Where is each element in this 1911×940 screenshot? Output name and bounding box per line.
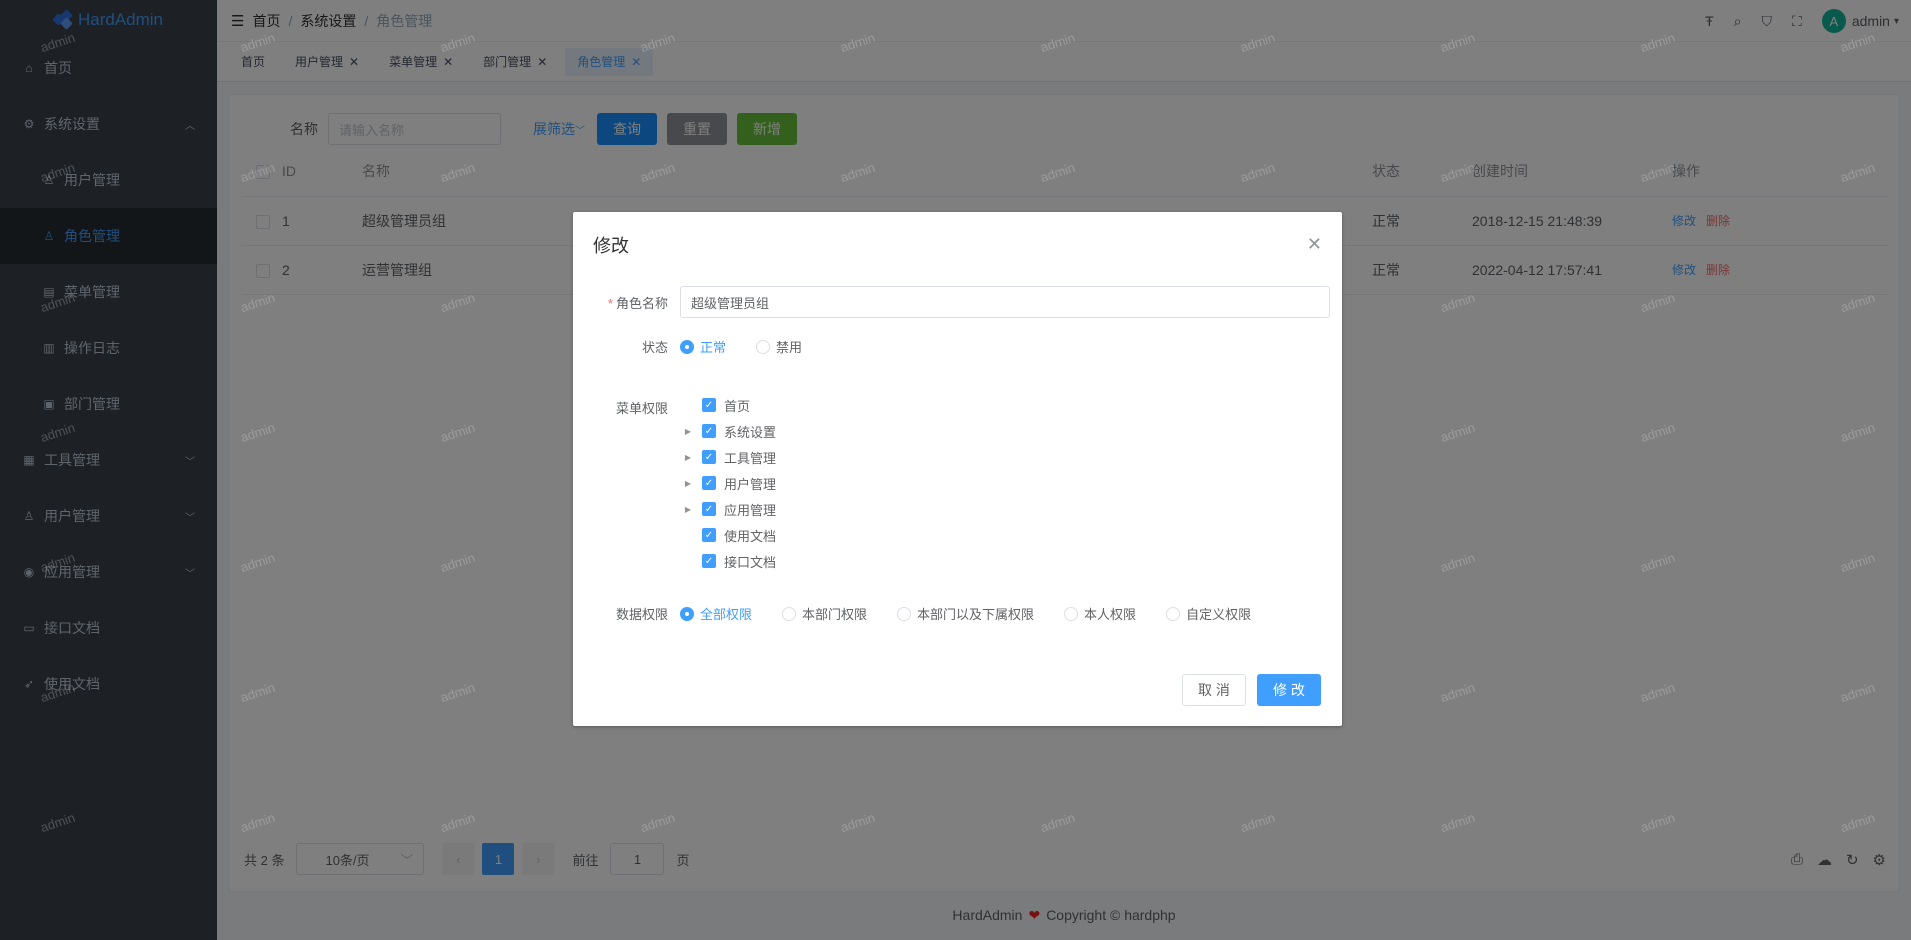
tree-checkbox[interactable]: ✓ — [702, 398, 716, 412]
tree-node[interactable]: ✓ 接口文档 — [680, 548, 776, 574]
cancel-button[interactable]: 取 消 — [1182, 674, 1246, 706]
menu-perm-row: 菜单权限 — [593, 392, 680, 417]
tree-node[interactable]: ▶ ✓ 系统设置 — [680, 418, 776, 444]
data-perm-label: 数据权限 — [615, 607, 668, 622]
data-perm-radio-2[interactable]: 本部门以及下属权限 — [897, 604, 1034, 623]
tree-checkbox[interactable]: ✓ — [702, 502, 716, 516]
tree-node-label: 工具管理 — [724, 450, 777, 466]
tree-node[interactable]: ▶ ✓ 用户管理 — [680, 470, 776, 496]
caret-right-icon[interactable]: ▶ — [680, 427, 696, 436]
caret-right-icon[interactable]: ▶ — [680, 479, 696, 488]
tree-checkbox[interactable]: ✓ — [702, 476, 716, 490]
tree-node[interactable]: ✓ 首页 — [680, 392, 776, 418]
data-perm-row: 数据权限 全部权限 本部门权限 本部门以及下属权限 本人权限 自定义权限 — [593, 604, 1281, 623]
tree-checkbox[interactable]: ✓ — [702, 554, 716, 568]
data-perm-radio-0[interactable]: 全部权限 — [680, 604, 752, 623]
role-name-input[interactable]: 超级管理员组 — [680, 286, 1330, 318]
close-icon[interactable]: ✕ — [1307, 234, 1322, 255]
tree-node-label: 应用管理 — [724, 502, 777, 518]
data-perm-radio-3[interactable]: 本人权限 — [1064, 604, 1136, 623]
role-name-row: * 角色名称 超级管理员组 — [593, 286, 1330, 318]
data-perm-radio-4[interactable]: 自定义权限 — [1166, 604, 1251, 623]
tree-node-label: 使用文档 — [724, 528, 777, 544]
dialog-title: 修改 — [593, 236, 629, 256]
tree-checkbox[interactable]: ✓ — [702, 424, 716, 438]
tree-node[interactable]: ▶ ✓ 工具管理 — [680, 444, 776, 470]
tree-node-label: 首页 — [724, 398, 751, 414]
confirm-button[interactable]: 修 改 — [1257, 674, 1321, 706]
tree-checkbox[interactable]: ✓ — [702, 450, 716, 464]
status-radio-disabled[interactable]: 禁用 — [756, 337, 802, 356]
tree-node[interactable]: ✓ 使用文档 — [680, 522, 776, 548]
edit-role-dialog: 修改 ✕ * 角色名称 超级管理员组 状态 正常 禁用 菜单权限 ✓ 首页 ▶ ✓ 系统设… — [573, 212, 1342, 726]
menu-permission-tree: ✓ 首页 ▶ ✓ 系统设置 ▶ ✓ 工具管理 ▶ ✓ 用户管理 ▶ ✓ 应用管理 ✓ 使用文档 ✓ 接口文档 — [680, 392, 776, 574]
tree-node-label: 系统设置 — [724, 424, 777, 440]
tree-node[interactable]: ▶ ✓ 应用管理 — [680, 496, 776, 522]
tree-checkbox[interactable]: ✓ — [702, 528, 716, 542]
tree-node-label: 接口文档 — [724, 554, 777, 570]
data-perm-radio-1[interactable]: 本部门权限 — [782, 604, 867, 623]
menu-perm-label: 菜单权限 — [615, 401, 668, 416]
caret-right-icon[interactable]: ▶ — [680, 505, 696, 514]
status-label: 状态 — [641, 340, 668, 355]
status-row: 状态 正常 禁用 — [593, 337, 832, 356]
caret-right-icon[interactable]: ▶ — [680, 453, 696, 462]
status-radio-normal[interactable]: 正常 — [680, 337, 726, 356]
tree-node-label: 用户管理 — [724, 476, 777, 492]
role-name-label: 角色名称 — [615, 295, 668, 311]
